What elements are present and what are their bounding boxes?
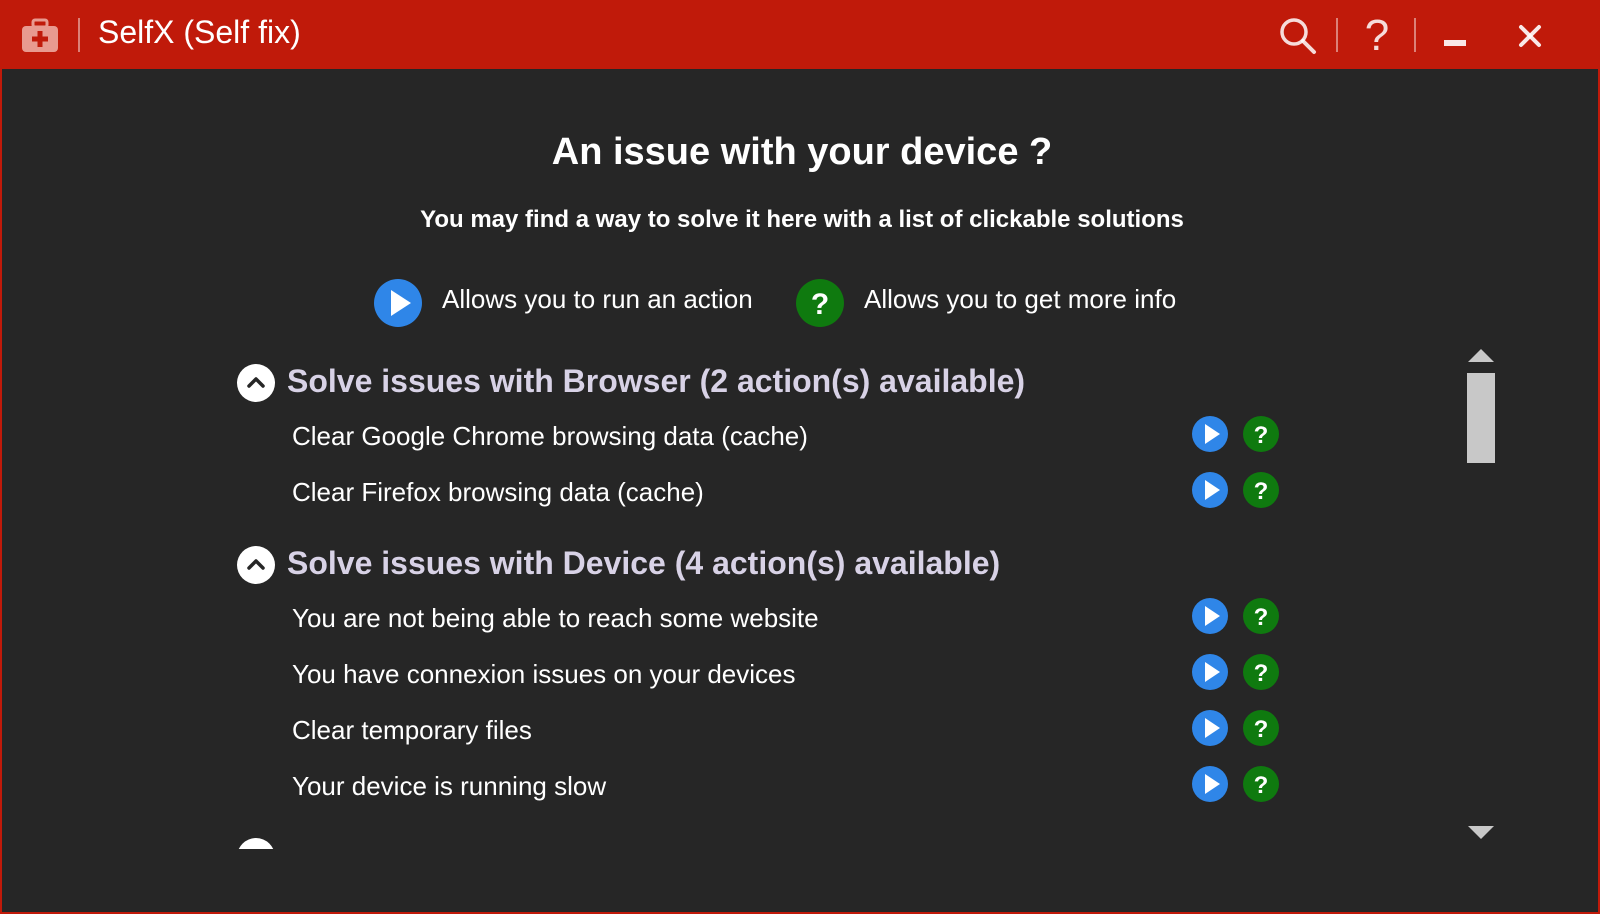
scroll-down-arrow-icon[interactable] [1466,823,1496,841]
more-info-button[interactable]: ? [1243,598,1279,634]
section-header: Solve issues with Device (4 action(s) av… [232,541,1312,595]
action-row: You are not being able to reach some web… [232,595,1312,651]
collapse-button[interactable] [236,545,276,585]
scrollbar-thumb[interactable] [1467,373,1495,463]
question-icon: ? [1243,654,1279,690]
run-action-button[interactable] [1192,654,1228,690]
minimize-icon [1444,40,1466,46]
run-action-button[interactable] [1192,710,1228,746]
question-icon: ? [1243,598,1279,634]
play-icon [1192,766,1228,802]
action-row: Clear temporary files ? [232,707,1312,763]
run-action-button[interactable] [1192,598,1228,634]
first-aid-kit-icon [20,18,60,54]
legend: Allows you to run an action ? Allows you… [374,279,1234,329]
svg-text:?: ? [1254,716,1269,743]
close-button[interactable] [1506,12,1554,60]
section-header: Solve issues with Browser (2 action(s) a… [232,359,1312,413]
scroll-up-arrow-icon[interactable] [1466,347,1496,365]
run-action-button[interactable] [1192,472,1228,508]
section-header [232,833,1312,849]
legend-info-text: Allows you to get more info [864,284,1177,314]
run-action-button[interactable] [1192,416,1228,452]
collapse-button[interactable] [236,837,276,849]
section-device: Solve issues with Device (4 action(s) av… [232,541,1312,819]
action-label: Clear temporary files [292,715,532,745]
vertical-scrollbar[interactable] [1466,347,1496,847]
page-subtitle: You may find a way to solve it here with… [420,206,1184,233]
action-row: Clear Firefox browsing data (cache) ? [232,469,1312,525]
question-icon: ? [1243,710,1279,746]
more-info-button[interactable]: ? [1243,710,1279,746]
action-label: Clear Firefox browsing data (cache) [292,477,704,507]
svg-text:?: ? [1254,772,1269,799]
more-info-button[interactable]: ? [1243,654,1279,690]
legend-run-text: Allows you to run an action [442,284,753,314]
play-icon [1192,472,1228,508]
action-label: Clear Google Chrome browsing data (cache… [292,421,808,451]
more-info-button[interactable]: ? [1243,766,1279,802]
action-row: Your device is running slow ? [232,763,1312,819]
run-action-button[interactable] [1192,766,1228,802]
collapse-button[interactable] [236,363,276,403]
svg-text:?: ? [1254,478,1269,505]
help-button[interactable]: ? [1353,12,1401,60]
more-info-button[interactable]: ? [1243,472,1279,508]
title-separator [78,18,80,52]
section-browser: Solve issues with Browser (2 action(s) a… [232,359,1312,525]
search-button[interactable] [1274,12,1322,60]
question-icon: ? [1243,416,1279,452]
close-icon [1519,25,1541,47]
question-icon: ? [1243,766,1279,802]
search-icon [1280,18,1316,54]
solutions-list: Solve issues with Browser (2 action(s) a… [232,359,1312,849]
app-window: SelfX (Self fix) ? An issue with your de… [0,0,1600,914]
svg-text:?: ? [811,288,829,321]
action-row: You have connexion issues on your device… [232,651,1312,707]
action-label: You are not being able to reach some web… [292,603,819,633]
question-icon: ? [796,279,844,327]
title-separator [1336,18,1338,52]
section-next-partial [232,833,1312,849]
play-icon [1192,654,1228,690]
title-separator [1414,18,1416,52]
play-icon [1192,416,1228,452]
page-title: An issue with your device ? [551,131,1053,173]
title-bar: SelfX (Self fix) ? [2,2,1598,69]
window-title: SelfX (Self fix) [98,14,301,50]
section-title: Solve issues with Browser (2 action(s) a… [287,363,1026,399]
svg-text:?: ? [1254,422,1269,449]
chevron-up-icon [238,838,274,849]
main-content: An issue with your device ? You may find… [2,69,1598,859]
chevron-up-icon [237,364,275,402]
section-title: Solve issues with Device (4 action(s) av… [287,545,1001,581]
play-icon [1192,710,1228,746]
more-info-button[interactable]: ? [1243,416,1279,452]
action-row: Clear Google Chrome browsing data (cache… [232,413,1312,469]
play-icon [1192,598,1228,634]
minimize-button[interactable] [1432,12,1480,60]
svg-text:?: ? [1254,604,1269,631]
question-icon: ? [1243,472,1279,508]
svg-text:?: ? [1254,660,1269,687]
action-label: Your device is running slow [292,771,607,801]
chevron-up-icon [237,546,275,584]
play-icon [374,279,422,327]
action-label: You have connexion issues on your device… [292,659,796,689]
